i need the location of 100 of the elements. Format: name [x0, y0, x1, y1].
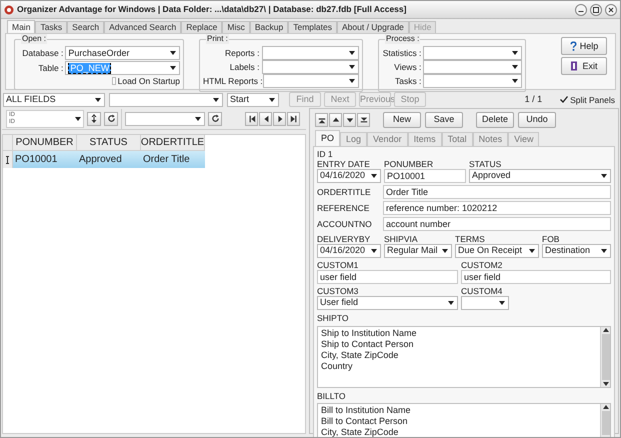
first-icon[interactable]	[245, 112, 258, 126]
exit-button[interactable]: Exit	[561, 57, 607, 75]
caret-icon	[195, 116, 201, 120]
scroll-up-icon[interactable]	[602, 328, 608, 332]
tab[interactable]: Templates	[288, 21, 337, 33]
caret-icon	[269, 98, 275, 102]
field-label: SHIPTO	[317, 313, 348, 323]
field-label: REFERENCE	[317, 203, 370, 213]
text-area[interactable]: Ship to Institution Name Ship to Contact Person City, State ZipCode Country	[317, 326, 611, 388]
caret-icon	[349, 51, 355, 55]
dropdown[interactable]: Approved	[469, 169, 611, 183]
input-field[interactable]: account number	[383, 217, 611, 231]
dropdown[interactable]: Start	[227, 92, 279, 106]
checkbox[interactable]	[560, 96, 568, 104]
tab[interactable]: Log	[340, 132, 368, 146]
table-cell[interactable]: Order Title	[141, 151, 205, 168]
dropdown[interactable]: 04/16/2020	[317, 169, 381, 183]
dropdown[interactable]: PurchaseOrder	[65, 46, 180, 60]
caret-icon	[442, 249, 448, 253]
group-title: Print :	[206, 34, 229, 44]
field-label: FOB	[542, 234, 560, 244]
maximize-icon[interactable]	[590, 4, 602, 16]
bottom-icon[interactable]	[357, 113, 370, 127]
field-label: CUSTOM1	[317, 260, 358, 270]
tab[interactable]: Replace	[181, 21, 222, 33]
address-line: Country	[321, 360, 353, 372]
table-cell[interactable]: Approved	[77, 151, 141, 168]
tab[interactable]: Main	[7, 20, 36, 33]
field-label: ENTRY DATE	[317, 159, 370, 169]
next-icon[interactable]	[273, 112, 286, 126]
refresh-icon[interactable]	[208, 112, 222, 126]
tab[interactable]: Notes	[472, 132, 508, 146]
scroll-down-icon[interactable]	[602, 382, 608, 386]
tab[interactable]: Backup	[250, 21, 288, 33]
push-button[interactable]: New	[383, 112, 421, 128]
caret-icon	[601, 174, 607, 178]
field-label: Tasks :	[394, 76, 422, 86]
caret-icon	[95, 98, 101, 102]
column-header[interactable]: STATUS	[77, 135, 141, 151]
table-cell[interactable]: PO10001	[13, 151, 77, 168]
help-button[interactable]: Help	[561, 37, 607, 55]
row-indicator-icon	[6, 156, 9, 164]
app-icon	[4, 4, 14, 14]
dropdown[interactable]: Due On Receipt	[455, 244, 539, 258]
refresh-icon[interactable]	[104, 112, 118, 126]
push-button[interactable]: Save	[425, 112, 463, 128]
address-line: Bill to Institution Name	[321, 405, 411, 416]
caret-icon	[512, 79, 518, 83]
close-icon[interactable]	[605, 4, 617, 16]
scrollbar[interactable]	[600, 404, 610, 437]
dropdown[interactable]: ALL FIELDS	[3, 92, 105, 106]
tab[interactable]: PO	[315, 130, 340, 146]
caret-icon	[75, 116, 81, 120]
up-icon[interactable]	[329, 113, 342, 127]
input-field[interactable]: user field	[461, 270, 611, 284]
input-field[interactable]: user field	[317, 270, 458, 284]
field-label: SHIPVIA	[384, 234, 418, 244]
push-button[interactable]: Delete	[476, 112, 514, 128]
tab[interactable]: About / Upgrade	[337, 21, 409, 33]
tab[interactable]: Total	[442, 132, 473, 146]
tab[interactable]: Misc	[222, 21, 250, 33]
input-field[interactable]: PO10001	[384, 169, 466, 183]
push-button[interactable]: Undo	[518, 112, 556, 128]
top-icon[interactable]	[315, 113, 328, 127]
column-header[interactable]: PONUMBER	[13, 135, 77, 151]
checkbox[interactable]	[112, 77, 116, 85]
tab[interactable]: Search	[67, 21, 104, 33]
caret-icon	[371, 174, 377, 178]
dropdown[interactable]: Destination	[542, 244, 611, 258]
text-area[interactable]: Bill to Institution Name Bill to Contact Person City, State ZipCode	[317, 403, 611, 437]
field-label: ORDERTITLE	[317, 187, 372, 197]
dropdown[interactable]: User field	[317, 296, 458, 310]
scroll-up-icon[interactable]	[602, 405, 608, 409]
dropdown[interactable]: 04/16/2020	[317, 244, 381, 258]
field-label: Split Panels	[570, 94, 615, 104]
field-label: ACCOUNTNO	[317, 219, 373, 229]
caret-icon	[512, 65, 518, 69]
input-field[interactable]: reference number: 1020212	[383, 201, 611, 215]
group-title: Open :	[21, 34, 48, 44]
input-field[interactable]: Order Title	[383, 185, 611, 199]
window-title: Organizer Advantage for Windows | Data Folder: ...\data\db27\ | Database: db27.fdb [Full Access]	[17, 3, 406, 16]
field-label: CUSTOM3	[317, 286, 358, 296]
caret-icon	[170, 66, 176, 70]
last-icon[interactable]	[287, 112, 300, 126]
scrollbar[interactable]	[600, 326, 610, 386]
previous-icon[interactable]	[259, 112, 272, 126]
minimize-icon[interactable]	[575, 4, 587, 16]
tab[interactable]: Tasks	[35, 21, 68, 33]
tab[interactable]: Vendor	[367, 132, 408, 146]
tab[interactable]: View	[508, 132, 540, 146]
down-icon[interactable]	[343, 113, 356, 127]
tab[interactable]: Items	[408, 132, 442, 146]
caret-icon	[499, 301, 505, 305]
sort-icon[interactable]	[87, 112, 101, 126]
tab[interactable]: Advanced Search	[104, 21, 182, 33]
check-icon	[560, 96, 568, 103]
dropdown[interactable]: Regular Mail	[384, 244, 452, 258]
column-header[interactable]: ORDERTITLE	[141, 135, 205, 151]
field-label: Statistics :	[382, 48, 422, 58]
field-label: TERMS	[455, 234, 485, 244]
